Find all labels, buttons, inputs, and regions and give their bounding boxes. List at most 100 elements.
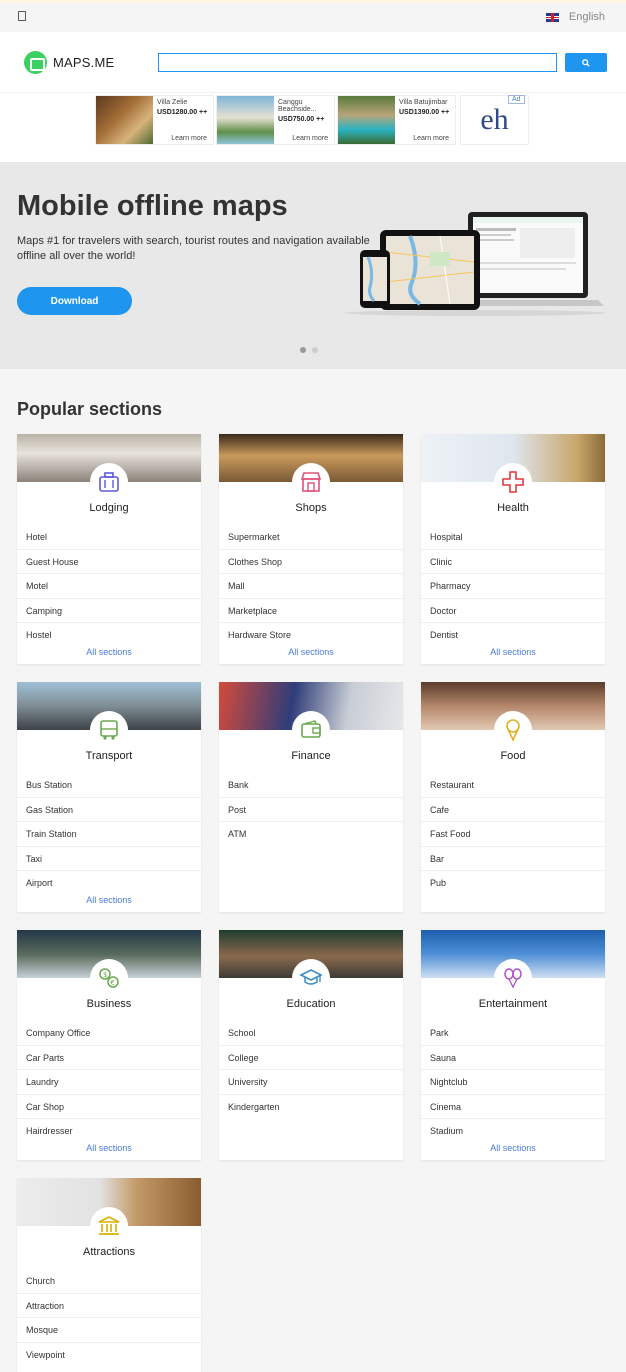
section-title[interactable]: Business — [17, 998, 201, 1015]
logo[interactable]: MAPS.ME — [24, 51, 114, 74]
section-title[interactable]: Health — [421, 502, 605, 519]
section-list-item[interactable]: Restaurant — [421, 773, 605, 798]
section-icon-badge: $ € — [90, 959, 128, 997]
section-icon-badge — [292, 463, 330, 501]
section-list-item[interactable]: Hotel — [17, 525, 201, 550]
section-list-item[interactable]: Guest House — [17, 550, 201, 574]
section-list-item[interactable]: College — [219, 1046, 403, 1070]
section-list-item[interactable]: ATM — [219, 822, 403, 847]
section-card-transport: Transport Bus Station Gas Station Train Sta… — [17, 682, 201, 912]
section-list-item[interactable]: Taxi — [17, 847, 201, 871]
section-icon-badge — [90, 463, 128, 501]
section-list-item[interactable]: Park — [421, 1021, 605, 1046]
top-bar: English — [0, 0, 626, 32]
section-list-item[interactable]: Clinic — [421, 550, 605, 574]
section-list-item[interactable]: Church — [17, 1269, 201, 1294]
section-title[interactable]: Entertainment — [421, 998, 605, 1015]
section-icon-badge — [494, 463, 532, 501]
language-label[interactable]: English — [569, 11, 605, 23]
ad-learn-more[interactable]: Learn more — [292, 135, 328, 142]
section-list-item[interactable]: School — [219, 1021, 403, 1046]
section-list-item[interactable]: Cinema — [421, 1095, 605, 1119]
section-list-item[interactable]: Fast Food — [421, 822, 605, 847]
section-card-lodging: Lodging Hotel Guest House Motel Camping Hoste… — [17, 434, 201, 664]
ice-cream-icon — [506, 719, 520, 742]
section-list-item[interactable]: Viewpoint — [17, 1343, 201, 1368]
section-list-item[interactable]: Cafe — [421, 798, 605, 822]
balloons-icon — [504, 968, 522, 989]
section-list-item[interactable]: Clothes Shop — [219, 550, 403, 574]
section-list-item[interactable]: Post — [219, 798, 403, 822]
section-title[interactable]: Lodging — [17, 502, 201, 519]
section-list-item[interactable]: Car Shop — [17, 1095, 201, 1119]
ad-image — [338, 96, 395, 144]
section-list-item[interactable]: Pharmacy — [421, 574, 605, 599]
header: MAPS.ME — [0, 32, 626, 92]
section-list-item[interactable]: Attraction — [17, 1294, 201, 1318]
section-list: Supermarket Clothes Shop Mall Marketplace Ha… — [219, 525, 403, 648]
all-sections-link[interactable]: All sections — [17, 1136, 201, 1160]
section-list-item[interactable]: Hospital — [421, 525, 605, 550]
ad-card[interactable]: Canggu Beachside... USD750.00 ++ Learn m… — [216, 95, 335, 145]
carousel-dot[interactable] — [312, 347, 318, 353]
section-list-item[interactable]: Bar — [421, 847, 605, 871]
ad-learn-more[interactable]: Learn more — [171, 135, 207, 142]
section-title[interactable]: Finance — [219, 750, 403, 767]
all-sections-link[interactable]: All sections — [17, 640, 201, 664]
section-list-item[interactable]: Gas Station — [17, 798, 201, 822]
section-list-item[interactable]: Marketplace — [219, 599, 403, 623]
wallet-icon — [301, 720, 321, 738]
svg-text:€: € — [111, 979, 115, 987]
download-button[interactable]: Download — [17, 287, 132, 315]
ad-image — [96, 96, 153, 144]
section-title[interactable]: Shops — [219, 502, 403, 519]
devices-illustration — [345, 212, 605, 316]
section-list-item[interactable]: Kindergarten — [219, 1095, 403, 1120]
section-card-attractions: Attractions Church Attraction Mosque Viewpoi… — [17, 1178, 201, 1372]
ad-card[interactable]: Villa Batujimbar USD1390.00 ++ Learn mor… — [337, 95, 456, 145]
section-list-item[interactable]: Sauna — [421, 1046, 605, 1070]
search-button[interactable] — [565, 53, 607, 72]
section-list: Bus Station Gas Station Train Station Taxi A… — [17, 773, 201, 896]
section-list-item[interactable]: Camping — [17, 599, 201, 623]
section-list-item[interactable]: Pub — [421, 871, 605, 896]
all-sections-link[interactable]: All sections — [421, 640, 605, 664]
search-input[interactable] — [158, 53, 557, 72]
section-list-item[interactable]: Mall — [219, 574, 403, 599]
section-title[interactable]: Education — [219, 998, 403, 1015]
section-list-item[interactable]: Nightclub — [421, 1070, 605, 1095]
ad-learn-more[interactable]: Learn more — [413, 135, 449, 142]
section-list-item[interactable]: Train Station — [17, 822, 201, 847]
carousel-dot[interactable] — [300, 347, 306, 353]
section-list-item[interactable]: Supermarket — [219, 525, 403, 550]
all-sections-link[interactable]: All sections — [219, 640, 403, 664]
section-title[interactable]: Transport — [17, 750, 201, 767]
section-title[interactable]: Attractions — [17, 1246, 201, 1263]
hero-subtitle: Maps #1 for travelers with search, touri… — [17, 235, 370, 262]
menu-icon[interactable] — [18, 11, 26, 21]
hero-title: Mobile offline maps — [17, 190, 288, 222]
section-list-item[interactable]: Bus Station — [17, 773, 201, 798]
section-list-item[interactable]: Car Parts — [17, 1046, 201, 1070]
medical-cross-icon — [502, 471, 524, 493]
section-heading: Popular sections — [17, 399, 163, 419]
section-card-finance: Finance Bank Post ATM — [219, 682, 403, 912]
section-card-health: Health Hospital Clinic Pharmacy Doctor Dentis… — [421, 434, 605, 664]
ad-choices-badge[interactable]: Ad — [508, 95, 525, 104]
all-sections-link[interactable]: All sections — [17, 888, 201, 912]
section-title[interactable]: Food — [421, 750, 605, 767]
section-list-item[interactable]: Company Office — [17, 1021, 201, 1046]
section-list: Restaurant Cafe Fast Food Bar Pub — [421, 773, 605, 896]
currency-exchange-icon: $€ — [99, 968, 119, 988]
section-list-item[interactable]: Bank — [219, 773, 403, 798]
section-list-item[interactable]: Doctor — [421, 599, 605, 623]
section-list-item[interactable]: University — [219, 1070, 403, 1095]
section-list-item[interactable]: Laundry — [17, 1070, 201, 1095]
all-sections-link[interactable]: All sections — [421, 1136, 605, 1160]
ad-card[interactable]: Villa Zelie USD1280.00 ++ Learn more — [95, 95, 214, 145]
popular-sections: Popular sections Lodging Hotel Guest House… — [0, 369, 626, 1372]
section-list-item[interactable]: Mosque — [17, 1318, 201, 1343]
language-selector[interactable]: English — [545, 11, 605, 23]
section-list-item[interactable]: Motel — [17, 574, 201, 599]
museum-icon — [98, 1216, 120, 1235]
